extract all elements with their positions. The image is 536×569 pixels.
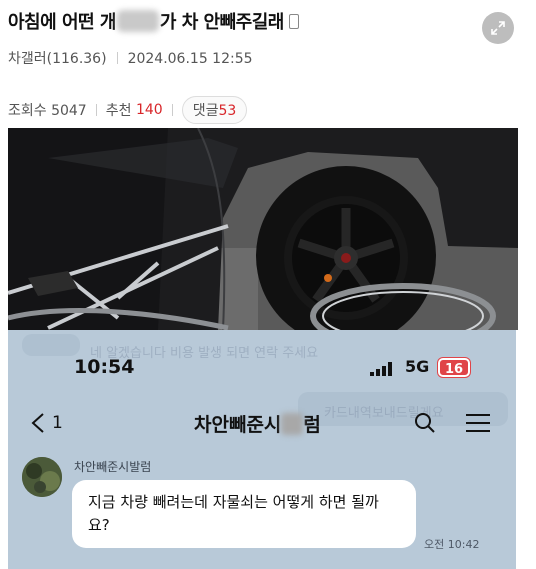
expand-button[interactable] bbox=[482, 12, 514, 44]
comment-count: 53 bbox=[218, 103, 237, 119]
post-header: 아침에 어떤 개 가 차 안빼주길래 차갤러(116.36) 2024.06.15 … bbox=[0, 0, 536, 130]
expand-arrows-icon bbox=[491, 21, 505, 35]
post-stats: 조회수 5047 추천 140 댓글53 bbox=[8, 96, 248, 124]
back-arrow-icon[interactable] bbox=[30, 412, 46, 434]
chat-room-title: 차안빼준시 럼 bbox=[194, 410, 321, 437]
post-title-end: 가 차 안빼주길래 bbox=[159, 12, 284, 33]
room-title-start: 차안빼준시 bbox=[194, 414, 282, 436]
post-title[interactable]: 아침에 어떤 개 가 차 안빼주길래 bbox=[8, 8, 299, 34]
comment-label: 댓글 bbox=[192, 103, 219, 119]
censored-word-blur bbox=[281, 413, 304, 435]
message-time: 오전 10:42 bbox=[424, 538, 480, 551]
post-title-start: 아침에 어떤 개 bbox=[8, 12, 116, 33]
room-title-end: 럼 bbox=[303, 414, 321, 436]
battery-level: 16 bbox=[438, 358, 470, 377]
post-meta: 차갤러(116.36) 2024.06.15 12:55 bbox=[8, 48, 253, 68]
sender-avatar[interactable] bbox=[22, 457, 62, 497]
messenger-screenshot: 네 알겠습니다 비용 발생 되면 연락 주세요 카드내역보내드릴게요 10:54… bbox=[8, 330, 516, 569]
post-author[interactable]: 차갤러(116.36) bbox=[8, 51, 107, 67]
mobile-phone-icon bbox=[288, 14, 299, 29]
ghost-overlay bbox=[22, 334, 80, 356]
like-count: 140 bbox=[135, 102, 163, 118]
stats-divider bbox=[171, 104, 173, 116]
sender-name: 차안빼준시발럼 bbox=[74, 460, 152, 474]
phone-status-bar: 10:54 5G 16 bbox=[8, 356, 516, 382]
car-bicycle-photo bbox=[8, 128, 518, 330]
signal-strength-icon bbox=[370, 362, 392, 376]
hamburger-menu-icon[interactable] bbox=[466, 413, 490, 433]
message-bubble[interactable]: 지금 차량 빼려는데 자물쇠는 어떻게 하면 될까요? bbox=[72, 480, 416, 548]
unread-count[interactable]: 1 bbox=[52, 413, 63, 433]
comment-count-button[interactable]: 댓글53 bbox=[181, 96, 248, 124]
status-clock: 10:54 bbox=[74, 356, 135, 378]
stats-divider bbox=[95, 104, 97, 116]
view-count: 조회수 5047 bbox=[8, 103, 87, 119]
chat-nav-bar: 1 차안빼준시 럼 bbox=[8, 408, 516, 442]
like-label: 추천 bbox=[105, 103, 132, 119]
meta-divider bbox=[116, 52, 118, 64]
search-icon[interactable] bbox=[414, 412, 436, 434]
post-datetime: 2024.06.15 12:55 bbox=[127, 51, 253, 67]
network-type: 5G bbox=[405, 357, 430, 376]
censored-word-blur bbox=[116, 10, 159, 32]
